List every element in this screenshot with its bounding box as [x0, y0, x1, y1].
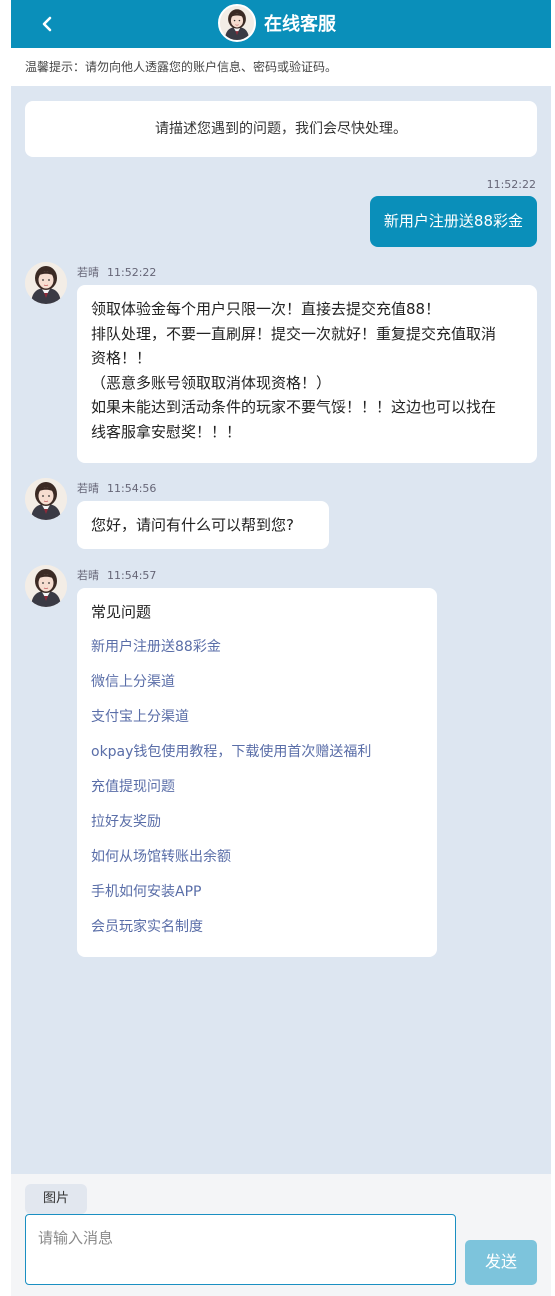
faq-link[interactable]: 会员玩家实名制度 [91, 915, 423, 950]
header-center: 在线客服 [218, 3, 336, 43]
message-time: 11:54:57 [107, 569, 157, 582]
agent-avatar [218, 4, 256, 42]
faq-link[interactable]: 如何从场馆转账出余额 [91, 845, 423, 880]
faq-title: 常见问题 [91, 603, 152, 621]
agent-name: 若晴 [77, 266, 99, 279]
user-message-bubble: 新用户注册送88彩金 [369, 196, 537, 247]
message-line: （恶意多账号领取取消体现资格！） [91, 373, 332, 392]
message-line: 资格！！ [91, 349, 152, 367]
agent-name: 若晴 [77, 569, 99, 582]
faq-link[interactable]: 充值提现问题 [91, 775, 423, 810]
message-time: 11:52:22 [107, 266, 157, 279]
image-button[interactable]: 图片 [25, 1184, 87, 1214]
agent-avatar [25, 478, 67, 520]
message-time: 11:54:56 [107, 482, 157, 495]
faq-link[interactable]: 手机如何安装APP [91, 880, 423, 915]
input-area: 图片 发送 [11, 1174, 551, 1296]
user-message-time: 11:52:22 [486, 178, 536, 191]
message-meta: 若晴 11:54:56 [77, 480, 156, 496]
chevron-left-icon [42, 16, 52, 32]
message-line: 领取体验金每个用户只限一次！直接去提交充值88！ [91, 300, 441, 318]
faq-link[interactable]: 新用户注册送88彩金 [91, 635, 423, 670]
faq-link[interactable]: 支付宝上分渠道 [91, 705, 423, 740]
agent-message-bubble: 领取体验金每个用户只限一次！直接去提交充值88！ 排队处理，不要一直刷屏！提交一… [77, 285, 537, 463]
faq-link[interactable]: 拉好友奖励 [91, 810, 423, 845]
header-bar: 在线客服 [11, 0, 551, 48]
message-meta: 若晴 11:54:57 [77, 567, 156, 583]
security-notice: 温馨提示：请勿向他人透露您的账户信息、密码或验证码。 [11, 48, 551, 86]
chat-app: 在线客服 温馨提示：请勿向他人透露您的账户信息、密码或验证码。 请描述您遇到的问… [11, 0, 551, 1296]
faq-bubble: 常见问题 新用户注册送88彩金 微信上分渠道 支付宝上分渠道 okpay钱包使用… [77, 588, 437, 957]
message-line: 排队处理，不要一直刷屏！提交一次就好！重复提交充值取消 [91, 324, 497, 343]
message-input[interactable] [25, 1214, 456, 1285]
faq-link[interactable]: 微信上分渠道 [91, 670, 423, 705]
send-button[interactable]: 发送 [465, 1240, 537, 1285]
message-line: 线客服拿安慰奖！！！ [91, 422, 242, 441]
agent-avatar [25, 565, 67, 607]
agent-avatar [25, 262, 67, 304]
back-button[interactable] [33, 10, 61, 38]
agent-name: 若晴 [77, 482, 99, 495]
agent-message-bubble: 您好，请问有什么可以帮到您? [77, 501, 329, 549]
message-line: 如果未能达到活动条件的玩家不要气馁！！！这边也可以找在 [91, 398, 497, 416]
faq-link[interactable]: okpay钱包使用教程，下载使用首次赠送福利 [91, 740, 423, 775]
welcome-message: 请描述您遇到的问题，我们会尽快处理。 [25, 101, 537, 157]
message-meta: 若晴 11:52:22 [77, 264, 156, 280]
page-title: 在线客服 [264, 14, 336, 35]
